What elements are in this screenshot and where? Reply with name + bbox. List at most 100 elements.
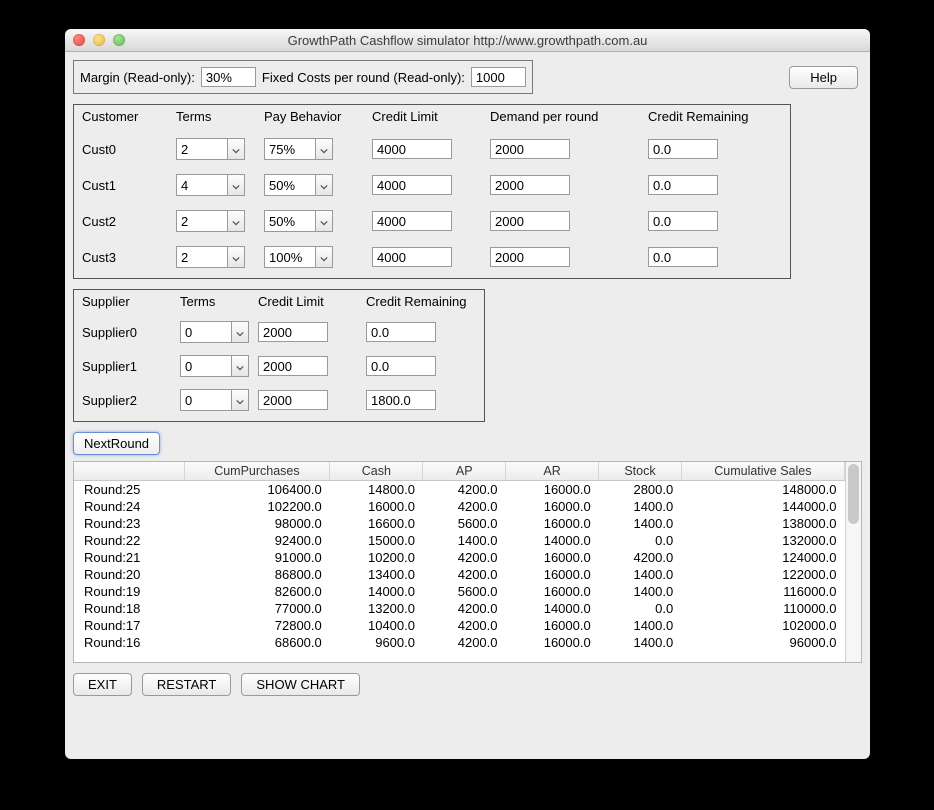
col-header-0[interactable] bbox=[74, 462, 184, 481]
help-button[interactable]: Help bbox=[789, 66, 858, 89]
cust3-terms-value[interactable] bbox=[176, 246, 227, 268]
table-row[interactable]: Round:2398000.016600.05600.016000.01400.… bbox=[74, 515, 845, 532]
cust1-pay-value[interactable] bbox=[264, 174, 315, 196]
sup0-terms-value[interactable] bbox=[180, 321, 231, 343]
table-cell: 16600.0 bbox=[330, 515, 423, 532]
col-header-5[interactable]: Stock bbox=[599, 462, 682, 481]
restart-button[interactable]: RESTART bbox=[142, 673, 231, 696]
table-cell: 4200.0 bbox=[423, 617, 506, 634]
chevron-down-icon bbox=[236, 359, 244, 374]
sup-header-terms: Terms bbox=[180, 294, 250, 309]
table-row[interactable]: Round:2292400.015000.01400.014000.00.013… bbox=[74, 532, 845, 549]
zoom-icon[interactable] bbox=[113, 34, 125, 46]
cust0-terms-value[interactable] bbox=[176, 138, 227, 160]
table-row[interactable]: Round:1772800.010400.04200.016000.01400.… bbox=[74, 617, 845, 634]
minimize-icon[interactable] bbox=[93, 34, 105, 46]
sup0-credit-limit[interactable] bbox=[258, 322, 328, 342]
col-header-1[interactable]: CumPurchases bbox=[184, 462, 330, 481]
chevron-down-icon bbox=[320, 250, 328, 265]
table-cell: Round:16 bbox=[74, 634, 184, 651]
sup1-credit-limit[interactable] bbox=[258, 356, 328, 376]
cust3-credit-remaining[interactable] bbox=[648, 247, 718, 267]
cust0-credit-remaining[interactable] bbox=[648, 139, 718, 159]
sup0-terms-dropdown[interactable] bbox=[231, 321, 249, 343]
col-header-3[interactable]: AP bbox=[423, 462, 506, 481]
cust-header-terms: Terms bbox=[176, 109, 256, 124]
results-table: CumPurchasesCashAPARStockCumulative Sale… bbox=[74, 462, 845, 651]
cust2-terms-dropdown[interactable] bbox=[227, 210, 245, 232]
sup2-terms-dropdown[interactable] bbox=[231, 389, 249, 411]
table-cell: 98000.0 bbox=[184, 515, 330, 532]
cust2-pay-value[interactable] bbox=[264, 210, 315, 232]
table-row[interactable]: Round:24102200.016000.04200.016000.01400… bbox=[74, 498, 845, 515]
chevron-down-icon bbox=[236, 393, 244, 408]
cust2-terms-value[interactable] bbox=[176, 210, 227, 232]
table-cell: 1400.0 bbox=[599, 634, 682, 651]
suppliers-panel: SupplierTermsCredit LimitCredit Remainin… bbox=[73, 289, 485, 422]
cust3-pay-value[interactable] bbox=[264, 246, 315, 268]
cust-name-3: Cust3 bbox=[82, 250, 168, 265]
next-round-button[interactable]: NextRound bbox=[73, 432, 160, 455]
cust1-credit-limit[interactable] bbox=[372, 175, 452, 195]
table-cell: 1400.0 bbox=[599, 566, 682, 583]
table-row[interactable]: Round:1982600.014000.05600.016000.01400.… bbox=[74, 583, 845, 600]
sup-header-credit_limit: Credit Limit bbox=[258, 294, 358, 309]
table-row[interactable]: Round:2191000.010200.04200.016000.04200.… bbox=[74, 549, 845, 566]
cust2-credit-remaining[interactable] bbox=[648, 211, 718, 231]
table-cell: Round:23 bbox=[74, 515, 184, 532]
results-table-wrap: CumPurchasesCashAPARStockCumulative Sale… bbox=[73, 461, 862, 663]
sup2-credit-remaining[interactable] bbox=[366, 390, 436, 410]
sup1-terms-dropdown[interactable] bbox=[231, 355, 249, 377]
scrollbar-thumb[interactable] bbox=[848, 464, 859, 524]
cust1-terms-value[interactable] bbox=[176, 174, 227, 196]
table-cell: 16000.0 bbox=[506, 617, 599, 634]
cust1-pay-dropdown[interactable] bbox=[315, 174, 333, 196]
cust3-pay-dropdown[interactable] bbox=[315, 246, 333, 268]
table-cell: Round:18 bbox=[74, 600, 184, 617]
cust2-credit-limit[interactable] bbox=[372, 211, 452, 231]
titlebar: GrowthPath Cashflow simulator http://www… bbox=[65, 29, 870, 52]
cust1-credit-remaining[interactable] bbox=[648, 175, 718, 195]
cust0-demand[interactable] bbox=[490, 139, 570, 159]
sup1-credit-remaining[interactable] bbox=[366, 356, 436, 376]
margin-field[interactable] bbox=[201, 67, 256, 87]
exit-button[interactable]: EXIT bbox=[73, 673, 132, 696]
col-header-4[interactable]: AR bbox=[506, 462, 599, 481]
table-cell: 14800.0 bbox=[330, 481, 423, 499]
table-cell: 68600.0 bbox=[184, 634, 330, 651]
cust0-pay-value[interactable] bbox=[264, 138, 315, 160]
fixed-costs-field[interactable] bbox=[471, 67, 526, 87]
table-cell: 1400.0 bbox=[599, 583, 682, 600]
cust2-pay-dropdown[interactable] bbox=[315, 210, 333, 232]
sup1-terms-value[interactable] bbox=[180, 355, 231, 377]
cust3-terms-dropdown[interactable] bbox=[227, 246, 245, 268]
show-chart-button[interactable]: SHOW CHART bbox=[241, 673, 360, 696]
table-cell: 16000.0 bbox=[506, 481, 599, 499]
table-row[interactable]: Round:1877000.013200.04200.014000.00.011… bbox=[74, 600, 845, 617]
sup-header-supplier: Supplier bbox=[82, 294, 172, 309]
table-cell: 5600.0 bbox=[423, 583, 506, 600]
table-row[interactable]: Round:1668600.09600.04200.016000.01400.0… bbox=[74, 634, 845, 651]
cust2-demand[interactable] bbox=[490, 211, 570, 231]
cust3-demand[interactable] bbox=[490, 247, 570, 267]
table-cell: 16000.0 bbox=[506, 498, 599, 515]
table-row[interactable]: Round:25106400.014800.04200.016000.02800… bbox=[74, 481, 845, 499]
table-cell: Round:17 bbox=[74, 617, 184, 634]
cust3-credit-limit[interactable] bbox=[372, 247, 452, 267]
cust0-pay-dropdown[interactable] bbox=[315, 138, 333, 160]
sup0-credit-remaining[interactable] bbox=[366, 322, 436, 342]
sup2-credit-limit[interactable] bbox=[258, 390, 328, 410]
cust1-demand[interactable] bbox=[490, 175, 570, 195]
cust1-terms-dropdown[interactable] bbox=[227, 174, 245, 196]
close-icon[interactable] bbox=[73, 34, 85, 46]
sup2-terms-value[interactable] bbox=[180, 389, 231, 411]
cust0-credit-limit[interactable] bbox=[372, 139, 452, 159]
chevron-down-icon bbox=[232, 250, 240, 265]
vertical-scrollbar[interactable] bbox=[845, 462, 861, 662]
col-header-2[interactable]: Cash bbox=[330, 462, 423, 481]
cust0-terms-dropdown[interactable] bbox=[227, 138, 245, 160]
table-row[interactable]: Round:2086800.013400.04200.016000.01400.… bbox=[74, 566, 845, 583]
col-header-6[interactable]: Cumulative Sales bbox=[681, 462, 844, 481]
sup-name-2: Supplier2 bbox=[82, 393, 172, 408]
table-cell: 1400.0 bbox=[599, 515, 682, 532]
